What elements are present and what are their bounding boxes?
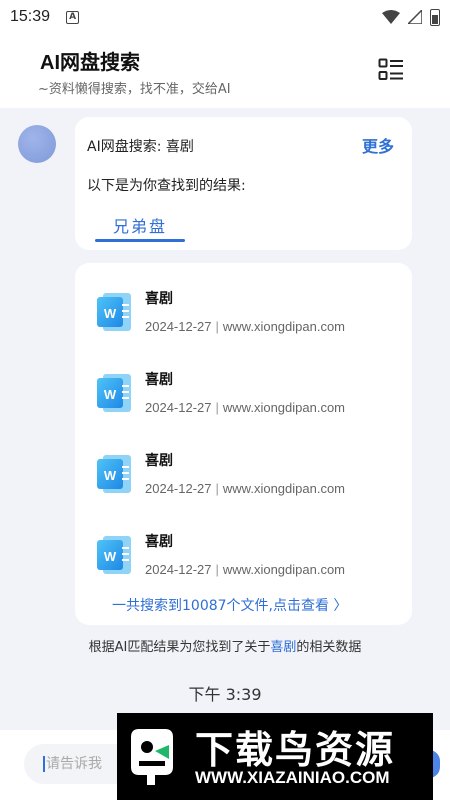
file-list-item[interactable]: W 喜剧 2024-12-27 | www.xiongdipan.com — [75, 506, 412, 577]
file-name: 喜剧 — [145, 372, 173, 388]
svg-text:W: W — [104, 387, 117, 402]
file-name: 喜剧 — [145, 453, 173, 469]
file-list-item[interactable]: W 喜剧 2024-12-27 | www.xiongdipan.com — [75, 344, 412, 415]
watermark-url: WWW.XIAZAINIAO.COM — [195, 768, 390, 787]
file-meta: 2024-12-27 | www.xiongdipan.com — [145, 562, 345, 577]
status-icons — [382, 8, 440, 26]
svg-text:W: W — [104, 306, 117, 321]
app-subtitle: ~资料懒得搜索，找不准，交给AI — [38, 82, 231, 97]
file-date: 2024-12-27 — [145, 400, 212, 415]
file-name: 喜剧 — [145, 534, 173, 550]
status-time: 15:39 — [10, 8, 51, 25]
tab-xiongdipan[interactable]: 兄弟盘 — [95, 213, 185, 241]
bot-avatar — [18, 125, 56, 163]
notification-icon: A — [66, 10, 80, 24]
search-query-label: AI网盘搜索: 喜剧 — [87, 139, 194, 155]
app-title: AI网盘搜索 — [40, 52, 140, 74]
file-source: www.xiongdipan.com — [222, 481, 346, 496]
match-note-suffix: 的相关数据 — [296, 640, 362, 655]
meta-separator: | — [215, 400, 219, 415]
meta-separator: | — [215, 319, 219, 334]
svg-text:W: W — [104, 468, 117, 483]
message-timestamp: 下午 3:39 — [188, 685, 262, 704]
meta-separator: | — [215, 481, 219, 496]
file-meta: 2024-12-27 | www.xiongdipan.com — [145, 400, 345, 415]
file-name: 喜剧 — [145, 291, 173, 307]
word-document-icon: W — [97, 374, 131, 412]
word-document-icon: W — [97, 455, 131, 493]
match-note-keyword: 喜剧 — [270, 640, 297, 655]
search-result-card: AI网盘搜索: 喜剧 更多 以下是为你查找到的结果: 兄弟盘 — [75, 117, 412, 250]
text-cursor — [43, 756, 45, 772]
file-date: 2024-12-27 — [145, 562, 212, 577]
battery-icon — [430, 8, 440, 26]
watermark-title: 下载鸟资源 — [195, 728, 396, 772]
wifi-icon — [382, 10, 400, 24]
file-list-item[interactable]: W 喜剧 2024-12-27 | www.xiongdipan.com — [75, 263, 412, 334]
file-meta: 2024-12-27 | www.xiongdipan.com — [145, 481, 345, 496]
file-date: 2024-12-27 — [145, 319, 212, 334]
file-list-item[interactable]: W 喜剧 2024-12-27 | www.xiongdipan.com — [75, 425, 412, 496]
status-bar: 15:39 A — [0, 0, 450, 34]
file-meta: 2024-12-27 | www.xiongdipan.com — [145, 319, 345, 334]
word-document-icon: W — [97, 536, 131, 574]
file-source: www.xiongdipan.com — [222, 562, 346, 577]
more-button[interactable]: 更多 — [362, 133, 394, 157]
file-list-card: W 喜剧 2024-12-27 | www.xiongdipan.com W 喜剧 … — [75, 263, 412, 625]
file-source: www.xiongdipan.com — [222, 400, 346, 415]
svg-text:W: W — [104, 549, 117, 564]
match-note-prefix: 根据AI匹配结果为您找到了关于 — [88, 640, 271, 655]
watermark-banner: 下载鸟资源 WWW.XIAZAINIAO.COM — [117, 713, 433, 800]
signal-icon — [408, 10, 422, 24]
word-document-icon: W — [97, 293, 131, 331]
results-intro: 以下是为你查找到的结果: — [87, 178, 246, 194]
match-note: 根据AI匹配结果为您找到了关于喜剧的相关数据 — [0, 636, 450, 655]
meta-separator: | — [215, 562, 219, 577]
list-menu-icon[interactable] — [378, 58, 404, 82]
file-date: 2024-12-27 — [145, 481, 212, 496]
active-tab-indicator — [95, 239, 185, 242]
file-source: www.xiongdipan.com — [222, 319, 346, 334]
view-all-files-link[interactable]: 一共搜索到10087个文件,点击查看 〉 — [112, 595, 347, 615]
bird-logo-icon — [131, 729, 173, 785]
app-header: AI网盘搜索 ~资料懒得搜索，找不准，交给AI — [0, 34, 450, 108]
